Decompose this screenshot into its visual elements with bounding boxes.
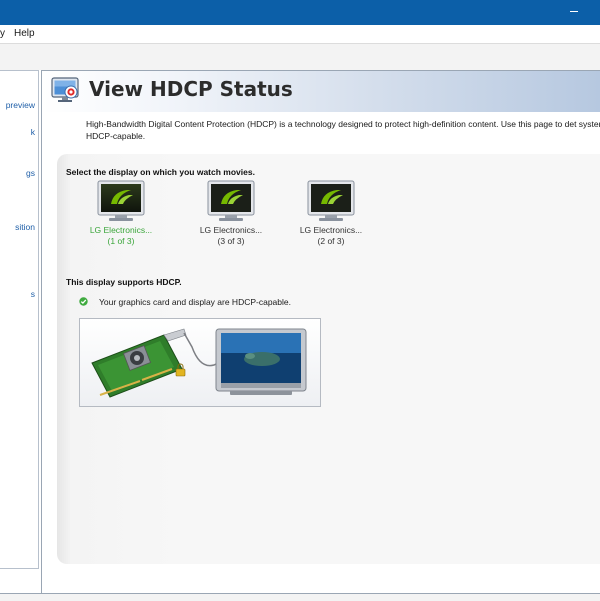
menu-bar: y Help [0, 25, 600, 44]
display-2-label[interactable]: LG Electronics... (3 of 3) [186, 225, 276, 247]
display-3-name: LG Electronics... [299, 225, 363, 235]
sidebar-item-position[interactable]: sition [15, 222, 35, 232]
display-1-icon[interactable] [97, 180, 145, 222]
sidebar-item-k[interactable]: k [31, 127, 35, 137]
graphics-card-icon [91, 328, 187, 398]
tv-display-icon [215, 328, 307, 395]
display-2-index: (3 of 3) [217, 236, 245, 246]
display-1-index: (1 of 3) [107, 236, 135, 246]
hdcp-illustration [79, 318, 321, 407]
menu-item-view[interactable]: y [0, 28, 5, 39]
display-3-label[interactable]: LG Electronics... (2 of 3) [286, 225, 376, 247]
hdcp-status-page: View HDCP Status High-Bandwidth Digital … [41, 70, 600, 594]
navigation-sidebar: preview k gs sition s [0, 70, 39, 569]
hdcp-support-label: This display supports HDCP. [66, 277, 182, 287]
display-2-icon[interactable] [207, 180, 255, 222]
menu-item-help[interactable]: Help [14, 28, 35, 39]
graphics-card-to-display-image [91, 328, 307, 398]
page-description: High-Bandwidth Digital Content Protectio… [86, 119, 600, 141]
minimize-button[interactable] [570, 11, 578, 12]
select-display-label: Select the display on which you watch mo… [66, 167, 255, 177]
content-card: Select the display on which you watch mo… [57, 154, 600, 564]
toolbar-area [0, 44, 600, 70]
display-1-label[interactable]: LG Electronics... (1 of 3) [76, 225, 166, 247]
display-3-index: (2 of 3) [317, 236, 345, 246]
display-1-name: LG Electronics... [89, 225, 153, 235]
check-icon [79, 297, 88, 306]
sidebar-item-settings[interactable]: gs [26, 168, 35, 178]
hdcp-monitor-icon [51, 77, 79, 102]
sidebar-item-s[interactable]: s [31, 289, 35, 299]
page-title: View HDCP Status [89, 77, 293, 101]
display-3-icon[interactable] [307, 180, 355, 222]
hdcp-status-message: Your graphics card and display are HDCP-… [99, 297, 291, 307]
page-banner: View HDCP Status [42, 71, 600, 112]
display-2-name: LG Electronics... [199, 225, 263, 235]
sidebar-item-preview[interactable]: preview [6, 100, 35, 110]
window-titlebar [0, 0, 600, 25]
